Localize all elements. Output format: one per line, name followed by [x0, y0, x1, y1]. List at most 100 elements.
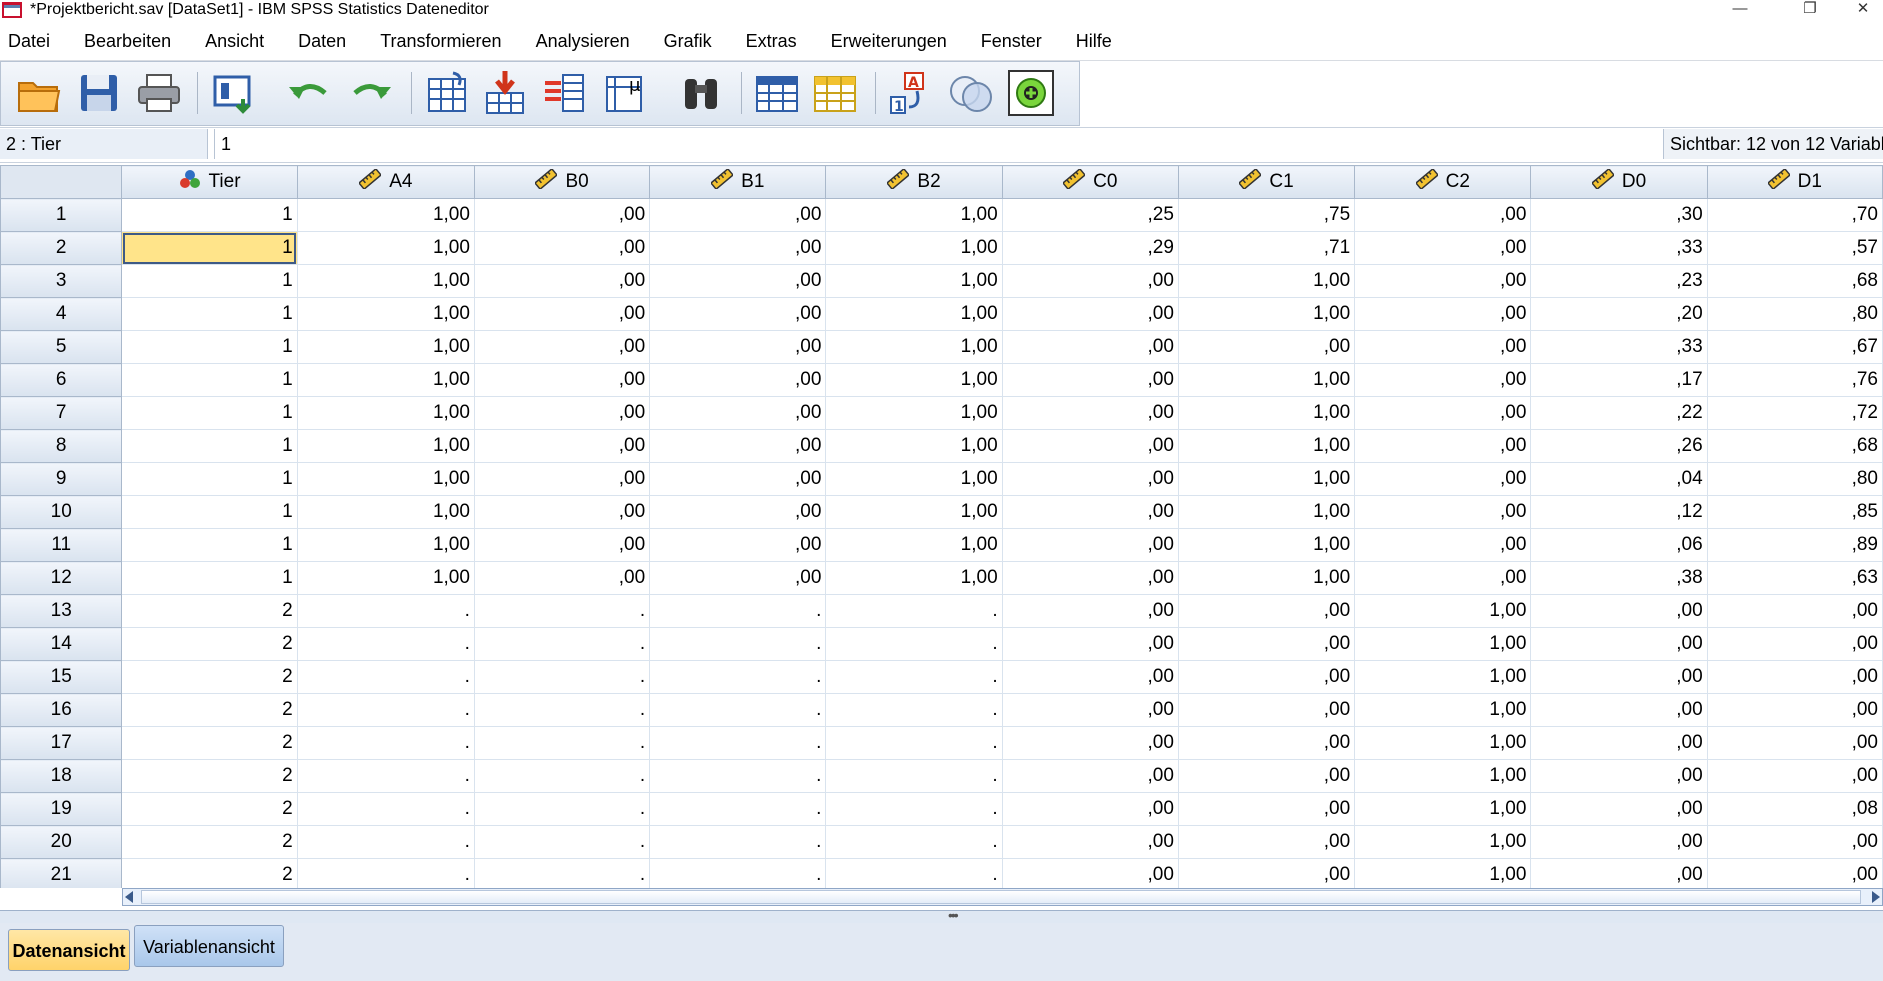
data-cell[interactable]: . [649, 792, 827, 826]
data-cell[interactable]: ,00 [1354, 495, 1532, 529]
cell-value-input[interactable]: 1 [214, 129, 1658, 159]
data-cell[interactable]: 2 [121, 759, 298, 793]
data-cell[interactable]: ,00 [1002, 462, 1179, 496]
data-cell[interactable]: . [649, 858, 827, 888]
data-cell[interactable]: ,00 [1178, 726, 1356, 760]
variables-icon[interactable] [539, 68, 591, 118]
data-cell[interactable]: ,75 [1178, 198, 1356, 232]
menu-datei[interactable]: Datei [6, 31, 52, 52]
data-cell[interactable]: ,00 [1530, 594, 1708, 628]
data-cell[interactable]: ,00 [474, 462, 651, 496]
data-cell[interactable]: 1,00 [1354, 792, 1532, 826]
data-cell[interactable]: 1 [121, 330, 298, 364]
horizontal-scrollbar[interactable] [122, 888, 1883, 906]
data-cell[interactable]: ,00 [474, 330, 651, 364]
data-cell[interactable]: ,00 [1354, 396, 1532, 430]
data-cell[interactable]: ,00 [474, 231, 651, 265]
data-cell[interactable]: ,00 [1002, 429, 1179, 463]
data-cell[interactable]: ,85 [1707, 495, 1883, 529]
data-cell[interactable]: ,00 [1002, 858, 1179, 888]
data-cell[interactable]: ,00 [1002, 297, 1179, 331]
data-cell[interactable]: ,00 [474, 198, 651, 232]
data-cell[interactable]: ,25 [1002, 198, 1179, 232]
find-icon[interactable] [675, 68, 727, 118]
data-cell[interactable]: ,68 [1707, 429, 1883, 463]
data-cell[interactable]: 1 [121, 297, 298, 331]
data-cell[interactable]: 2 [121, 726, 298, 760]
data-cell[interactable]: ,00 [474, 429, 651, 463]
undo-icon[interactable] [283, 68, 335, 118]
data-cell[interactable]: ,00 [1530, 759, 1708, 793]
data-cell[interactable]: 1 [121, 528, 298, 562]
data-cell[interactable]: 1,00 [825, 297, 1003, 331]
data-cell[interactable]: . [474, 858, 651, 888]
data-cell[interactable]: ,71 [1178, 231, 1356, 265]
data-cell[interactable]: ,00 [1354, 231, 1532, 265]
data-cell[interactable]: 1,00 [1178, 495, 1356, 529]
close-button[interactable]: ✕ [1840, 0, 1883, 20]
data-cell[interactable]: ,89 [1707, 528, 1883, 562]
data-cell[interactable]: 1 [121, 396, 298, 430]
data-cell[interactable]: 1,00 [297, 561, 475, 595]
data-cell[interactable]: 1 [121, 363, 298, 397]
column-header-d0[interactable]: D0 [1530, 165, 1708, 199]
tab-variable-view[interactable]: Variablenansicht [134, 925, 284, 967]
data-cell[interactable]: ,00 [1002, 264, 1179, 298]
data-cell[interactable]: 2 [121, 660, 298, 694]
data-cell[interactable]: . [825, 825, 1003, 859]
data-cell[interactable]: 1,00 [825, 231, 1003, 265]
data-cell[interactable]: ,80 [1707, 297, 1883, 331]
data-cell[interactable]: 1,00 [297, 495, 475, 529]
column-header-tier[interactable]: Tier [121, 165, 298, 199]
data-cell[interactable]: 1,00 [1354, 660, 1532, 694]
data-cell[interactable]: 1,00 [297, 330, 475, 364]
data-cell[interactable]: ,00 [649, 198, 827, 232]
data-cell[interactable]: ,00 [649, 528, 827, 562]
data-cell[interactable]: ,00 [1707, 660, 1883, 694]
data-cell[interactable]: ,00 [1002, 528, 1179, 562]
data-cell[interactable]: ,29 [1002, 231, 1179, 265]
row-number[interactable]: 3 [0, 264, 123, 298]
data-cell[interactable]: ,76 [1707, 363, 1883, 397]
data-cell[interactable]: 2 [121, 858, 298, 888]
data-cell[interactable]: ,00 [649, 396, 827, 430]
row-number[interactable]: 15 [0, 660, 123, 694]
data-cell[interactable]: ,00 [1178, 759, 1356, 793]
menu-ansicht[interactable]: Ansicht [203, 31, 266, 52]
data-cell[interactable]: . [825, 726, 1003, 760]
data-cell[interactable]: . [297, 594, 475, 628]
data-cell[interactable]: 1 [121, 198, 298, 232]
row-number[interactable]: 5 [0, 330, 123, 364]
restore-button[interactable]: ❐ [1787, 0, 1833, 20]
data-cell[interactable]: ,00 [474, 495, 651, 529]
data-cell[interactable]: . [649, 660, 827, 694]
data-cell[interactable]: ,00 [1178, 825, 1356, 859]
data-cell[interactable]: 1,00 [825, 264, 1003, 298]
data-cell[interactable]: ,00 [649, 462, 827, 496]
data-cell[interactable]: ,00 [1354, 363, 1532, 397]
data-cell[interactable]: ,00 [1530, 792, 1708, 826]
insert-variable-icon[interactable] [809, 68, 861, 118]
data-cell[interactable]: . [825, 792, 1003, 826]
redo-icon[interactable] [345, 68, 397, 118]
data-cell[interactable]: ,00 [1707, 858, 1883, 888]
data-cell[interactable]: ,00 [474, 561, 651, 595]
add-extension-icon[interactable] [1005, 68, 1057, 118]
data-cell[interactable]: . [297, 825, 475, 859]
goto-variable-icon[interactable] [479, 68, 531, 118]
menu-bearbeiten[interactable]: Bearbeiten [82, 31, 173, 52]
row-number[interactable]: 6 [0, 363, 123, 397]
menu-extras[interactable]: Extras [744, 31, 799, 52]
column-header-b1[interactable]: B1 [649, 165, 827, 199]
data-cell[interactable]: ,30 [1530, 198, 1708, 232]
print-icon[interactable] [133, 68, 185, 118]
data-cell[interactable]: . [474, 627, 651, 661]
data-cell[interactable]: 1,00 [1354, 759, 1532, 793]
menu-erweiterungen[interactable]: Erweiterungen [829, 31, 949, 52]
data-cell[interactable]: ,08 [1707, 792, 1883, 826]
data-cell[interactable]: 2 [121, 825, 298, 859]
data-cell[interactable]: . [825, 693, 1003, 727]
data-cell[interactable]: ,00 [1002, 759, 1179, 793]
data-cell[interactable]: 1,00 [297, 264, 475, 298]
data-cell[interactable]: 1 [121, 462, 298, 496]
